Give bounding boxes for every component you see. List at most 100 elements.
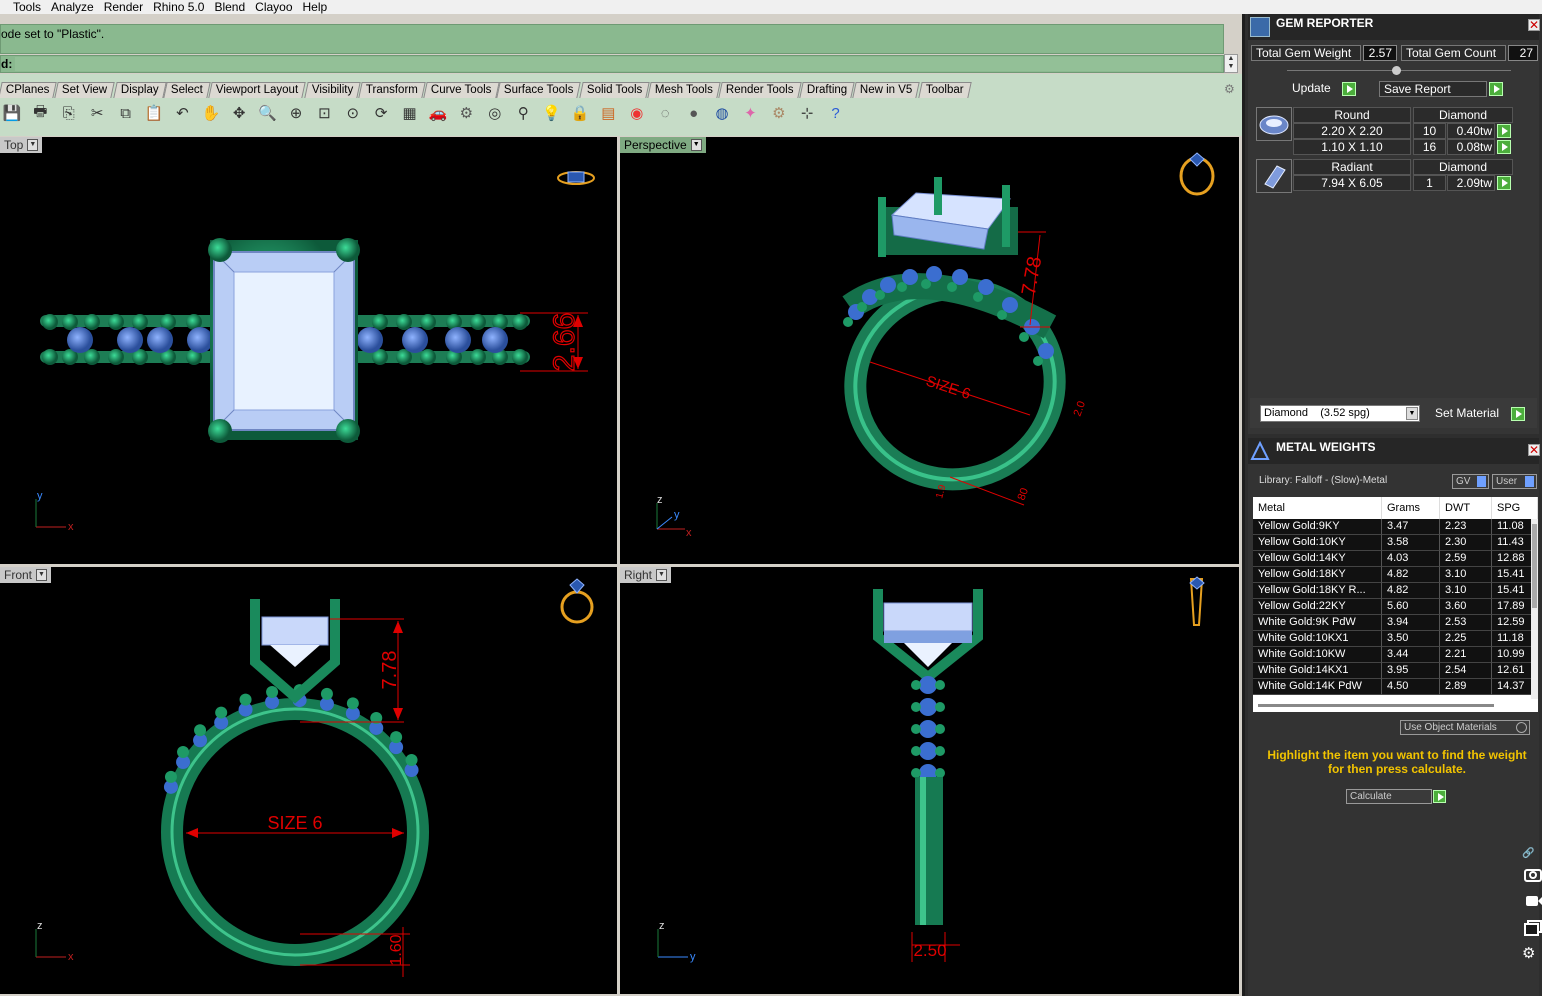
table-row[interactable]: White Gold:9K PdW 3.94 2.53 12.59 xyxy=(1253,615,1538,631)
wireframe-sphere-icon[interactable]: ◌ xyxy=(654,102,676,124)
chevron-down-icon[interactable]: ▼ xyxy=(690,139,702,151)
tab-render-tools[interactable]: Render Tools xyxy=(718,82,802,98)
zoom-extents-icon[interactable]: ⊡ xyxy=(313,102,335,124)
column-header-grams[interactable]: Grams xyxy=(1382,497,1440,519)
osnap-icon[interactable]: ⚲ xyxy=(512,102,534,124)
rotate-view-icon[interactable]: ⟳ xyxy=(370,102,392,124)
snap-icon[interactable]: ◎ xyxy=(484,102,506,124)
copy-icon[interactable]: ⧉ xyxy=(115,102,137,124)
settings-gear-icon[interactable]: ⚙ xyxy=(1522,944,1542,964)
table-row[interactable]: White Gold:14KX1 3.95 2.54 12.61 xyxy=(1253,663,1538,679)
update-button[interactable]: Update xyxy=(1288,81,1338,97)
calculate-play-icon[interactable] xyxy=(1433,790,1446,803)
save-report-play-icon[interactable] xyxy=(1489,82,1503,96)
light-icon[interactable]: 💡 xyxy=(541,102,563,124)
move-view-icon[interactable]: ✥ xyxy=(228,102,250,124)
pan-hand-icon[interactable]: ✋ xyxy=(200,102,222,124)
zoom-icon[interactable]: 🔍 xyxy=(257,102,279,124)
tab-new-in-v5[interactable]: New in V5 xyxy=(852,82,921,98)
tab-visibility[interactable]: Visibility xyxy=(303,82,361,98)
table-row[interactable]: Yellow Gold:9KY 3.47 2.23 11.08 xyxy=(1253,519,1538,535)
table-row[interactable]: Yellow Gold:22KY 5.60 3.60 17.89 xyxy=(1253,599,1538,615)
help-icon[interactable]: ? xyxy=(825,102,847,124)
zoom-selected-icon[interactable]: ⊙ xyxy=(342,102,364,124)
tab-display[interactable]: Display xyxy=(112,82,167,98)
menu-render[interactable]: Render xyxy=(99,1,148,13)
viewport-right[interactable]: 2.50 y z Right ▼ xyxy=(620,567,1239,994)
table-horizontal-scrollbar[interactable] xyxy=(1253,700,1538,712)
gem-row-2-play-icon[interactable] xyxy=(1497,140,1511,154)
windows-icon[interactable] xyxy=(1522,918,1542,938)
scrollbar-thumb[interactable] xyxy=(1258,704,1494,707)
layer-icon[interactable]: ▤ xyxy=(597,102,619,124)
tab-solid-tools[interactable]: Solid Tools xyxy=(579,82,651,98)
viewport-top-label[interactable]: Top ▼ xyxy=(0,137,43,153)
column-header-spg[interactable]: SPG xyxy=(1492,497,1538,519)
slider-handle[interactable] xyxy=(1392,66,1401,75)
export-icon[interactable]: ⎘ xyxy=(58,102,80,124)
tab-transform[interactable]: Transform xyxy=(358,82,426,98)
chevron-down-icon[interactable]: ▼ xyxy=(27,139,39,151)
viewport-front-label[interactable]: Front ▼ xyxy=(0,567,52,583)
tab-drafting[interactable]: Drafting xyxy=(799,82,855,98)
column-header-metal[interactable]: Metal xyxy=(1253,497,1382,519)
camera-icon[interactable] xyxy=(1522,865,1542,885)
tab-set-view[interactable]: Set View xyxy=(54,82,116,98)
column-header-dwt[interactable]: DWT xyxy=(1440,497,1492,519)
table-row[interactable]: White Gold:10KX1 3.50 2.25 11.18 xyxy=(1253,631,1538,647)
menu-analyze[interactable]: Analyze xyxy=(46,1,99,13)
table-row[interactable]: Yellow Gold:14KY 4.03 2.59 12.88 xyxy=(1253,551,1538,567)
zoom-window-icon[interactable]: ⊕ xyxy=(285,102,307,124)
command-scrollbar[interactable]: ▲ ▼ xyxy=(1224,54,1238,73)
tab-toolbar[interactable]: Toolbar xyxy=(917,82,971,98)
paste-icon[interactable]: 📋 xyxy=(143,102,165,124)
car-icon[interactable]: 🚗 xyxy=(427,102,449,124)
chevron-down-icon[interactable]: ▼ xyxy=(1406,407,1418,420)
tab-mesh-tools[interactable]: Mesh Tools xyxy=(647,82,721,98)
table-row[interactable]: White Gold:14K PdW 4.50 2.89 14.37 xyxy=(1253,679,1538,695)
chevron-down-icon[interactable]: ▼ xyxy=(656,569,668,581)
command-input[interactable] xyxy=(15,57,1221,71)
tabs-gear-icon[interactable]: ⚙ xyxy=(1224,82,1238,96)
close-icon[interactable]: ✕ xyxy=(1528,444,1540,456)
user-toggle[interactable]: User xyxy=(1492,474,1537,489)
table-row[interactable]: Yellow Gold:18KY R... 4.82 3.10 15.41 xyxy=(1253,583,1538,599)
color-wheel-icon[interactable]: ◉ xyxy=(626,102,648,124)
video-icon[interactable] xyxy=(1522,893,1542,913)
gem-row-3-play-icon[interactable] xyxy=(1497,176,1511,190)
menu-tools[interactable]: Tools xyxy=(8,1,46,13)
gear-options-icon[interactable]: ⚙ xyxy=(768,102,790,124)
save-report-button[interactable]: Save Report xyxy=(1379,81,1487,97)
menu-clayoo[interactable]: Clayoo xyxy=(250,1,297,13)
undo-icon[interactable]: ↶ xyxy=(171,102,193,124)
material-select[interactable]: Diamond (3.52 spg) ▼ xyxy=(1260,405,1420,422)
rendered-sphere-icon[interactable]: ◍ xyxy=(711,102,733,124)
viewport-perspective[interactable]: 7.78 SIZE 6 2.0 1.9 80 x y z Perspective… xyxy=(620,137,1239,564)
menu-help[interactable]: Help xyxy=(298,1,333,13)
table-row[interactable]: White Gold:10KW 3.44 2.21 10.99 xyxy=(1253,647,1538,663)
metal-weights-table[interactable]: Metal Grams DWT SPG Yellow Gold:9KY 3.47 2… xyxy=(1253,497,1538,712)
table-row[interactable]: Yellow Gold:10KY 3.58 2.30 11.43 xyxy=(1253,535,1538,551)
gv-toggle[interactable]: GV xyxy=(1452,474,1489,489)
chevron-down-icon[interactable]: ▼ xyxy=(36,569,48,581)
calculate-button[interactable]: Calculate xyxy=(1346,789,1432,804)
tab-curve-tools[interactable]: Curve Tools xyxy=(423,82,500,98)
set-material-play-icon[interactable] xyxy=(1511,407,1525,421)
table-row[interactable]: Yellow Gold:18KY 4.82 3.10 15.41 xyxy=(1253,567,1538,583)
save-icon[interactable]: 💾 xyxy=(1,102,23,124)
menu-rhino5[interactable]: Rhino 5.0 xyxy=(148,1,209,13)
tab-surface-tools[interactable]: Surface Tools xyxy=(496,82,582,98)
grid-snap-icon[interactable]: ⊹ xyxy=(796,102,818,124)
menu-blend[interactable]: Blend xyxy=(209,1,250,13)
viewport-front[interactable]: 7.78 SIZE 6 1.60 x z Front ▼ xyxy=(0,567,617,994)
tab-select[interactable]: Select xyxy=(163,82,212,98)
viewport-top[interactable]: 2.66 x y Top ▼ xyxy=(0,137,617,564)
update-play-icon[interactable] xyxy=(1342,82,1356,96)
table-vertical-scrollbar[interactable] xyxy=(1531,519,1538,699)
four-viewports-icon[interactable]: ▦ xyxy=(399,102,421,124)
viewport-right-label[interactable]: Right ▼ xyxy=(620,567,672,583)
tab-viewport-layout[interactable]: Viewport Layout xyxy=(208,82,307,98)
scrollbar-thumb[interactable] xyxy=(1532,524,1537,608)
print-icon[interactable]: 🖶 xyxy=(29,102,51,124)
render-icon[interactable]: ✦ xyxy=(739,102,761,124)
